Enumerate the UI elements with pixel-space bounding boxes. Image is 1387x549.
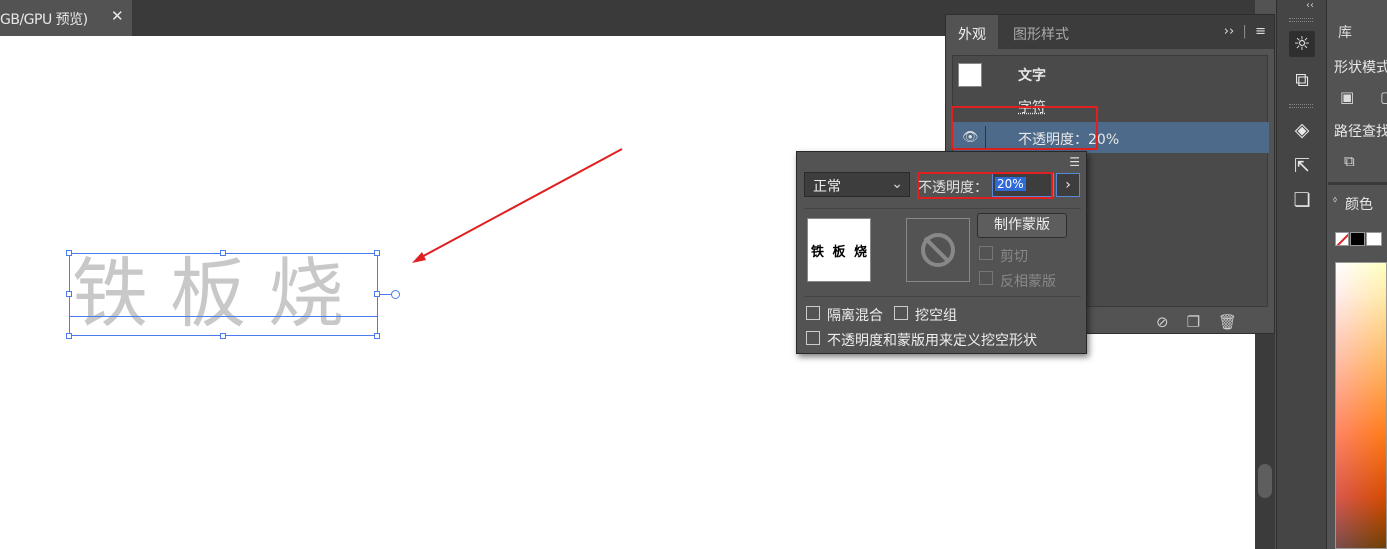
isolate-blending-checkbox[interactable] <box>806 306 820 320</box>
chevron-updown-icon[interactable]: ⬨ <box>1333 195 1337 205</box>
clip-label: 剪切 <box>1000 249 1028 265</box>
resize-handle-tm[interactable] <box>220 250 226 256</box>
blend-mode-select[interactable]: 正常 ⌄ <box>804 172 910 197</box>
white-swatch[interactable] <box>1366 232 1382 246</box>
tab-library[interactable]: 库 <box>1328 14 1387 46</box>
divider <box>804 296 1081 297</box>
document-tab[interactable]: GB/GPU 预览) ✕ <box>0 0 132 36</box>
divider <box>804 208 1081 209</box>
resize-handle-tr[interactable] <box>374 250 380 256</box>
make-mask-button[interactable]: 制作蒙版 <box>977 213 1067 238</box>
divider <box>1328 182 1387 185</box>
panel-menu-icon[interactable]: ☰ <box>1069 155 1080 169</box>
unite-shape-icon[interactable]: ▣ <box>1340 88 1354 106</box>
text-swatch <box>958 63 982 87</box>
appearance-footer: ⊘ ❐ 🗑 <box>1156 313 1237 331</box>
grip-icon[interactable] <box>1289 104 1313 108</box>
resize-handle-br[interactable] <box>374 333 380 339</box>
color-spectrum[interactable] <box>1335 262 1387 549</box>
document-tab-title: GB/GPU 预览) <box>0 12 88 28</box>
opacity-slider-button[interactable]: › <box>1056 173 1080 197</box>
highlight-box-opacity-row <box>951 106 1098 150</box>
right-panel-dock: 库 形状模式 ▣ ▢ 路径查找 ⧉ ⬨ 颜色 <box>1328 0 1387 549</box>
highlight-box-opacity-field <box>917 172 1053 199</box>
blend-mode-value: 正常 <box>813 179 841 195</box>
resize-handle-bl[interactable] <box>66 333 72 339</box>
appearance-panel-tabs: 外观 图形样式 ›› | ≡ <box>946 15 1274 49</box>
expand-icon[interactable]: ›› <box>1224 24 1234 39</box>
tab-appearance[interactable]: 外观 <box>946 15 998 49</box>
clear-appearance-icon[interactable]: ⊘ <box>1156 313 1169 331</box>
bounding-box <box>69 253 378 336</box>
layers-icon[interactable]: ◈ <box>1289 117 1315 143</box>
transform-icon[interactable]: ⧉ <box>1289 67 1315 93</box>
collapse-panels-icon[interactable]: ‹‹ <box>1306 0 1314 11</box>
tab-graphic-styles[interactable]: 图形样式 <box>1001 15 1081 49</box>
opacity-mask-knockout-label: 不透明度和蒙版用来定义挖空形状 <box>827 333 1037 349</box>
mask-thumbnail[interactable] <box>906 218 970 282</box>
no-mask-icon <box>921 233 955 267</box>
selected-text-object[interactable]: 铁板烧 <box>66 250 400 339</box>
artboards-icon[interactable]: ❏ <box>1289 187 1315 213</box>
scroll-thumb[interactable] <box>1258 464 1272 498</box>
isolate-blending-label: 隔离混合 <box>827 308 883 324</box>
color-panel-label: 颜色 <box>1345 197 1373 213</box>
appearance-row-text[interactable]: 文字 <box>953 58 1269 89</box>
panel-icon-strip: ☼ ⧉ ◈ ⇱ ❏ <box>1276 0 1327 549</box>
knockout-group-checkbox[interactable] <box>894 306 908 320</box>
divide-icon[interactable]: ⧉ <box>1344 152 1355 170</box>
resize-handle-ml[interactable] <box>66 291 72 297</box>
invert-mask-label: 反相蒙版 <box>1000 274 1056 290</box>
minus-front-icon[interactable]: ▢ <box>1380 88 1387 106</box>
pathfinder-label: 路径查找 <box>1334 124 1387 140</box>
appearance-sun-icon[interactable]: ☼ <box>1289 31 1315 57</box>
resize-handle-bm[interactable] <box>220 333 226 339</box>
annotation-arrow-icon <box>412 148 623 263</box>
close-icon[interactable]: ✕ <box>111 7 124 25</box>
artwork-thumbnail[interactable]: 铁 板 烧 <box>807 218 871 282</box>
trash-icon[interactable]: 🗑 <box>1218 313 1237 331</box>
rotate-handle[interactable] <box>391 290 400 299</box>
duplicate-item-icon[interactable]: ❐ <box>1187 313 1200 331</box>
opacity-mask-knockout-checkbox[interactable] <box>806 331 820 345</box>
text-baseline <box>69 316 378 317</box>
knockout-group-label: 挖空组 <box>915 308 957 324</box>
shape-modes-label: 形状模式 <box>1334 60 1387 76</box>
clip-checkbox[interactable] <box>979 246 993 260</box>
chevron-down-icon: ⌄ <box>891 176 903 192</box>
invert-mask-checkbox[interactable] <box>979 271 993 285</box>
panel-menu-icon[interactable]: ≡ <box>1255 24 1266 39</box>
grip-icon[interactable] <box>1289 18 1313 22</box>
black-swatch[interactable] <box>1350 232 1365 246</box>
export-icon[interactable]: ⇱ <box>1289 153 1315 179</box>
panel-controls: ›› | ≡ <box>1223 24 1266 39</box>
row-label: 文字 <box>1018 68 1046 84</box>
resize-handle-tl[interactable] <box>66 250 72 256</box>
none-swatch[interactable] <box>1335 232 1349 246</box>
thumbnail-text: 铁 板 烧 <box>811 245 870 260</box>
